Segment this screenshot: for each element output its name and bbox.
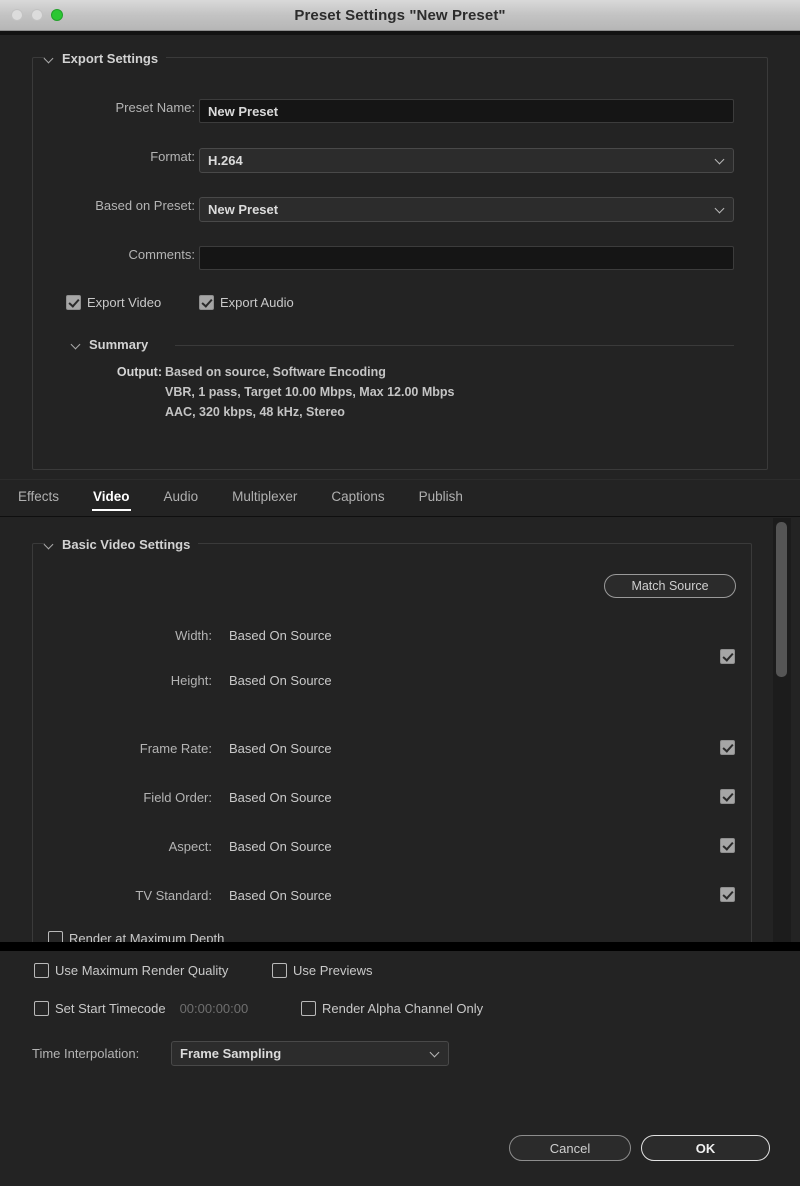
export-audio-label: Export Audio	[220, 295, 294, 310]
aspect-value: Based On Source	[229, 839, 332, 854]
window-titlebar: Preset Settings "New Preset"	[0, 0, 800, 31]
comments-label: Comments:	[95, 247, 195, 262]
window-traffic-lights	[0, 9, 63, 21]
format-dropdown[interactable]: H.264	[199, 148, 734, 173]
tv-standard-checkbox[interactable]	[720, 887, 735, 902]
use-previews-row[interactable]: Use Previews	[272, 963, 372, 978]
titlebar-shadow	[0, 31, 800, 35]
summary-header[interactable]: Summary	[72, 337, 148, 352]
cancel-button[interactable]: Cancel	[509, 1135, 631, 1161]
match-source-button[interactable]: Match Source	[604, 574, 736, 598]
height-label: Height:	[100, 673, 212, 688]
basic-video-settings-title: Basic Video Settings	[62, 537, 190, 552]
basic-video-settings-header[interactable]: Basic Video Settings	[45, 535, 198, 553]
render-alpha-channel-only-label: Render Alpha Channel Only	[322, 1001, 483, 1016]
set-start-timecode-label: Set Start Timecode	[55, 1001, 166, 1016]
based-on-preset-row: Based on Preset:	[55, 198, 195, 213]
ok-button[interactable]: OK	[641, 1135, 770, 1161]
export-settings-header[interactable]: Export Settings	[45, 49, 166, 67]
format-row: Format:	[95, 149, 195, 164]
based-on-preset-value: New Preset	[208, 202, 278, 217]
width-height-link-checkbox[interactable]	[720, 649, 735, 664]
start-timecode-value[interactable]: 00:00:00:00	[180, 1001, 249, 1016]
tab-video[interactable]: Video	[93, 489, 130, 507]
export-video-checkbox[interactable]	[66, 295, 81, 310]
export-video-checkbox-row[interactable]: Export Video	[66, 295, 161, 310]
window-title: Preset Settings "New Preset"	[0, 7, 800, 24]
tv-standard-label: TV Standard:	[100, 888, 212, 903]
summary-rule	[175, 345, 734, 346]
use-maximum-render-quality-checkbox[interactable]	[34, 963, 49, 978]
use-previews-label: Use Previews	[293, 963, 372, 978]
frame-rate-value: Based On Source	[229, 741, 332, 756]
comments-input[interactable]	[199, 246, 734, 270]
time-interpolation-dropdown[interactable]: Frame Sampling	[171, 1041, 449, 1066]
based-on-preset-dropdown[interactable]: New Preset	[199, 197, 734, 222]
export-audio-checkbox-row[interactable]: Export Audio	[199, 295, 294, 310]
tab-audio[interactable]: Audio	[164, 489, 199, 507]
field-order-checkbox[interactable]	[720, 789, 735, 804]
format-label: Format:	[95, 149, 195, 164]
set-start-timecode-checkbox[interactable]	[34, 1001, 49, 1016]
chevron-down-icon	[716, 205, 724, 213]
close-button[interactable]	[11, 9, 23, 21]
time-interpolation-label: Time Interpolation:	[32, 1046, 139, 1061]
format-dropdown-value: H.264	[208, 153, 243, 168]
field-order-label: Field Order:	[100, 790, 212, 805]
zoom-button[interactable]	[51, 9, 63, 21]
tab-multiplexer[interactable]: Multiplexer	[232, 489, 297, 507]
based-on-preset-label: Based on Preset:	[55, 198, 195, 213]
height-value: Based On Source	[229, 673, 332, 688]
render-at-maximum-depth-checkbox[interactable]	[48, 931, 63, 942]
summary-title: Summary	[89, 337, 148, 352]
chevron-down-icon[interactable]	[45, 54, 54, 63]
preset-name-label: Preset Name:	[95, 100, 195, 115]
summary-line-3: AAC, 320 kbps, 48 kHz, Stereo	[165, 405, 345, 419]
frame-rate-checkbox[interactable]	[720, 740, 735, 755]
minimize-button[interactable]	[31, 9, 43, 21]
width-label: Width:	[100, 628, 212, 643]
render-alpha-channel-only-checkbox[interactable]	[301, 1001, 316, 1016]
width-value: Based On Source	[229, 628, 332, 643]
export-audio-checkbox[interactable]	[199, 295, 214, 310]
video-panel-scrollbar-thumb[interactable]	[776, 522, 787, 677]
video-settings-panel: Basic Video Settings Match Source Width:…	[0, 518, 800, 942]
preset-name-input[interactable]: New Preset	[199, 99, 734, 123]
aspect-label: Aspect:	[100, 839, 212, 854]
tab-effects[interactable]: Effects	[18, 489, 59, 507]
tab-publish[interactable]: Publish	[419, 489, 463, 507]
use-previews-checkbox[interactable]	[272, 963, 287, 978]
preset-settings-window: Preset Settings "New Preset" Export Sett…	[0, 0, 800, 1186]
comments-row: Comments:	[95, 247, 195, 262]
tab-captions[interactable]: Captions	[331, 489, 384, 507]
preset-name-row: Preset Name:	[95, 100, 195, 115]
summary-line-2: VBR, 1 pass, Target 10.00 Mbps, Max 12.0…	[165, 385, 454, 399]
time-interpolation-value: Frame Sampling	[180, 1046, 281, 1061]
chevron-down-icon	[716, 156, 724, 164]
render-at-maximum-depth-row[interactable]: Render at Maximum Depth	[48, 931, 224, 942]
chevron-down-icon[interactable]	[72, 340, 81, 349]
render-at-maximum-depth-label: Render at Maximum Depth	[69, 931, 224, 942]
use-maximum-render-quality-label: Use Maximum Render Quality	[55, 963, 228, 978]
chevron-down-icon	[431, 1049, 439, 1057]
aspect-checkbox[interactable]	[720, 838, 735, 853]
tv-standard-value: Based On Source	[229, 888, 332, 903]
export-settings-title: Export Settings	[62, 51, 158, 66]
export-video-label: Export Video	[87, 295, 161, 310]
use-maximum-render-quality-row[interactable]: Use Maximum Render Quality	[34, 963, 228, 978]
bottom-options-bar: Use Maximum Render Quality Use Previews …	[0, 951, 800, 1186]
summary-line-1: Based on source, Software Encoding	[165, 365, 386, 379]
settings-tabbar: Effects Video Audio Multiplexer Captions…	[0, 479, 800, 517]
render-alpha-channel-only-row[interactable]: Render Alpha Channel Only	[301, 1001, 483, 1016]
frame-rate-label: Frame Rate:	[100, 741, 212, 756]
set-start-timecode-row[interactable]: Set Start Timecode 00:00:00:00	[34, 1001, 248, 1016]
summary-output-label: Output:	[70, 365, 162, 379]
panel-divider	[0, 942, 800, 951]
field-order-value: Based On Source	[229, 790, 332, 805]
chevron-down-icon[interactable]	[45, 540, 54, 549]
